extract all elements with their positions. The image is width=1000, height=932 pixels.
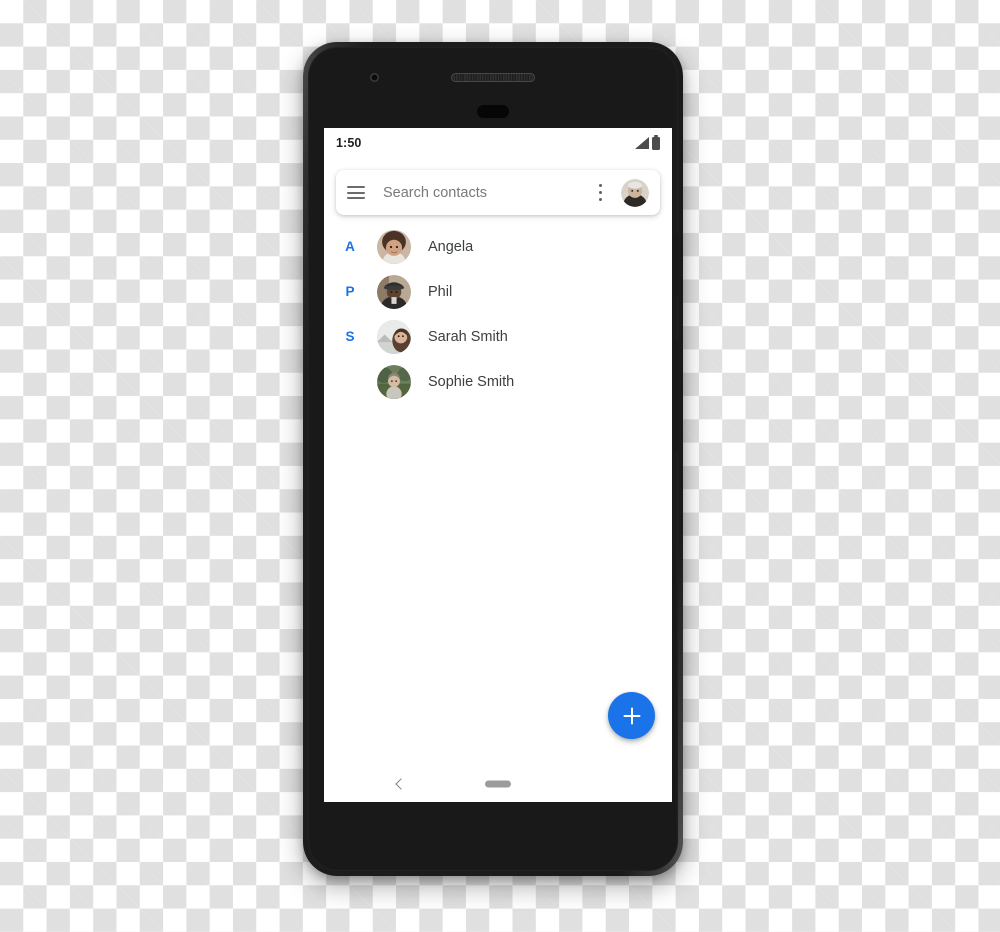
signal-strength-icon bbox=[635, 137, 649, 149]
contact-avatar-phil[interactable] bbox=[377, 274, 411, 309]
chevron-left-icon[interactable] bbox=[392, 777, 406, 791]
contact-avatar-angela[interactable] bbox=[377, 229, 411, 264]
contact-row-angela[interactable]: A Angela bbox=[324, 224, 672, 269]
overflow-menu-icon[interactable] bbox=[592, 184, 608, 201]
phone-bezel: 1:50 Search contacts A Angela P Phil S S… bbox=[308, 47, 678, 871]
status-bar-icons bbox=[635, 136, 660, 150]
search-input[interactable] bbox=[383, 184, 592, 201]
contact-name: Angela bbox=[428, 238, 474, 255]
status-bar: 1:50 bbox=[324, 128, 672, 158]
contact-row-phil[interactable]: P Phil bbox=[324, 269, 672, 314]
contact-name: Sarah Smith bbox=[428, 328, 508, 345]
add-contact-button[interactable] bbox=[608, 692, 655, 739]
phone-screen: 1:50 Search contacts A Angela P Phil S S… bbox=[324, 128, 672, 802]
home-gesture-pill[interactable] bbox=[485, 780, 511, 788]
hamburger-menu-icon[interactable] bbox=[347, 186, 365, 199]
contact-avatar-sarah-smith[interactable] bbox=[377, 319, 411, 354]
search-bar[interactable] bbox=[336, 170, 660, 215]
contact-row-sophie-smith[interactable]: Sophie Smith bbox=[324, 359, 672, 404]
contact-avatar-sophie-smith[interactable] bbox=[377, 364, 411, 399]
front-camera-icon bbox=[370, 73, 379, 82]
earpiece-speaker-icon bbox=[451, 73, 535, 82]
volume-rocker-button[interactable] bbox=[677, 340, 678, 450]
proximity-sensor-icon bbox=[477, 105, 509, 118]
section-letter: P bbox=[345, 284, 355, 299]
phone-device: 1:50 Search contacts A Angela P Phil S S… bbox=[303, 42, 683, 876]
contact-row-sarah-smith[interactable]: S Sarah Smith bbox=[324, 314, 672, 359]
power-button[interactable] bbox=[677, 233, 678, 295]
contact-name: Sophie Smith bbox=[428, 373, 515, 390]
status-bar-time: 1:50 bbox=[336, 136, 362, 150]
section-letter: A bbox=[345, 239, 355, 254]
navigation-bar bbox=[324, 766, 672, 802]
contact-list: A Angela P Phil S Sarah Smith Sophie Smi… bbox=[324, 224, 672, 404]
contact-name: Phil bbox=[428, 283, 453, 300]
battery-icon bbox=[652, 136, 660, 150]
account-avatar[interactable] bbox=[621, 178, 649, 207]
section-letter: S bbox=[345, 329, 355, 344]
